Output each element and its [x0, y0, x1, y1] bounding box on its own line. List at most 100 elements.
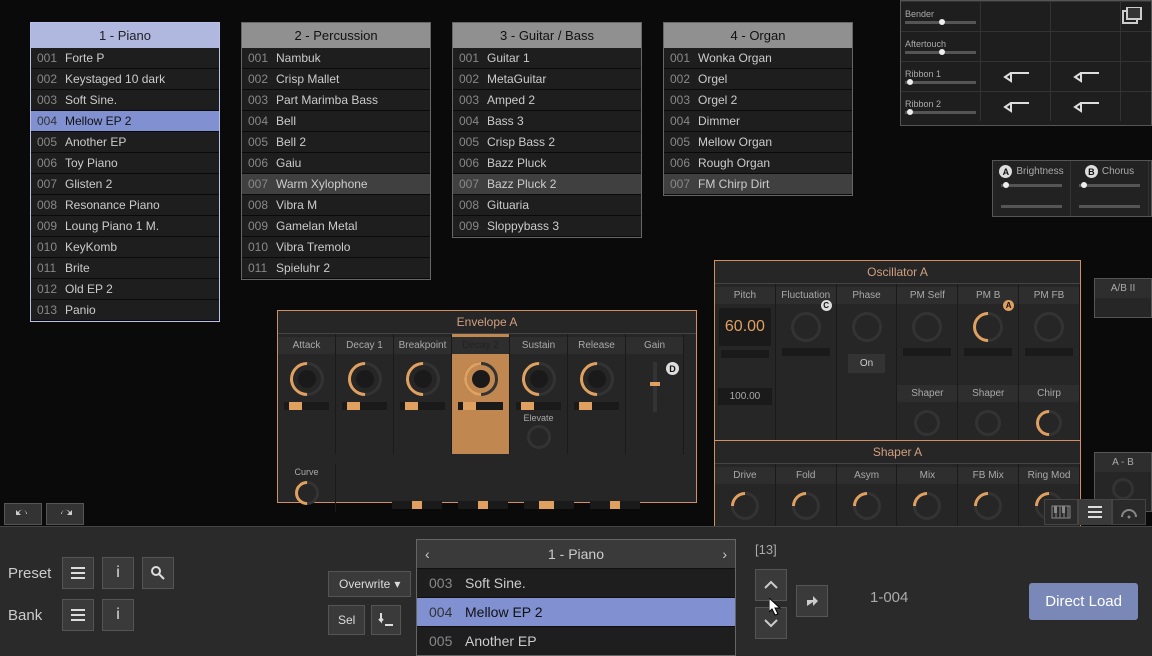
preset-item[interactable]: 009Loung Piano 1 M. [31, 216, 219, 237]
preset-search-button[interactable] [142, 557, 174, 589]
osc-pm-b[interactable]: PM BA [958, 284, 1019, 382]
curve-knob[interactable] [295, 481, 319, 505]
preset-item[interactable]: 001Forte P [31, 48, 219, 69]
preset-item[interactable]: 006Rough Organ [664, 153, 852, 174]
category-header[interactable]: 2 - Percussion [242, 23, 430, 48]
preset-item[interactable]: 003Amped 2 [453, 90, 641, 111]
preset-item[interactable]: 004Dimmer [664, 111, 852, 132]
mod-route-a[interactable] [981, 2, 1051, 31]
preset-item[interactable]: 006Toy Piano [31, 153, 219, 174]
preset-item[interactable]: 008Resonance Piano [31, 195, 219, 216]
forward-button[interactable] [796, 585, 828, 617]
mod-route-b[interactable] [1051, 2, 1121, 31]
redo-button[interactable] [46, 503, 84, 525]
mod-route-a[interactable] [981, 32, 1051, 61]
osc-pm-fb[interactable]: PM FB [1019, 284, 1080, 382]
osc-pitch[interactable]: Pitch60.00 [715, 284, 776, 382]
macro-a[interactable]: ABrightness [993, 161, 1071, 195]
overwrite-dropdown[interactable]: Overwrite▾ [328, 571, 411, 597]
preset-item[interactable]: 005Another EP [31, 132, 219, 153]
preset-item[interactable]: 008Vibra M [242, 195, 430, 216]
preset-item[interactable]: 007FM Chirp Dirt [664, 174, 852, 195]
mod-route-a[interactable] [981, 62, 1051, 91]
view-keyboard-icon[interactable] [1044, 499, 1078, 525]
envelope-stage-release[interactable]: Release [568, 334, 626, 454]
chirp-knob[interactable] [1036, 410, 1062, 436]
preset-item[interactable]: 010Vibra Tremolo [242, 237, 430, 258]
preset-item[interactable]: 005Bell 2 [242, 132, 430, 153]
envelope-stage-decay-1[interactable]: Decay 1 [336, 334, 394, 454]
mod-source[interactable]: Ribbon 2 [901, 92, 981, 121]
preset-item[interactable]: 002Orgel [664, 69, 852, 90]
shaper-mix[interactable]: Mix [897, 464, 958, 529]
osc-fluctuation[interactable]: FluctuationC [776, 284, 837, 382]
envelope-stage-attack[interactable]: Attack [278, 334, 336, 454]
bank-info-button[interactable]: i [102, 599, 134, 631]
view-list-icon[interactable] [1078, 499, 1112, 525]
preset-item[interactable]: 011Spieluhr 2 [242, 258, 430, 279]
preset-item[interactable]: 011Brite [31, 258, 219, 279]
mod-source[interactable]: Bender [901, 2, 981, 31]
preset-item[interactable]: 002Crisp Mallet [242, 69, 430, 90]
preset-item[interactable]: 003Orgel 2 [664, 90, 852, 111]
preset-item[interactable]: 006Bazz Pluck [453, 153, 641, 174]
envelope-stage-breakpoint[interactable]: Breakpoint [394, 334, 452, 454]
sel-button[interactable]: Sel [328, 605, 365, 635]
preset-item[interactable]: 001Guitar 1 [453, 48, 641, 69]
envelope-stage-decay-2[interactable]: Decay 2 [452, 334, 510, 454]
mod-route-b[interactable] [1051, 32, 1121, 61]
category-header[interactable]: 3 - Guitar / Bass [453, 23, 641, 48]
ab-panel-1[interactable]: A/B II [1094, 278, 1152, 318]
preset-item[interactable]: 005Crisp Bass 2 [453, 132, 641, 153]
mod-route-a[interactable] [981, 92, 1051, 121]
preset-item[interactable]: 002Keystaged 10 dark [31, 69, 219, 90]
preset-item[interactable]: 001Wonka Organ [664, 48, 852, 69]
osc-phase[interactable]: PhaseOn [837, 284, 898, 382]
browser-next-icon[interactable]: › [722, 546, 727, 562]
mod-route-b[interactable] [1051, 62, 1121, 91]
nav-up-button[interactable] [755, 569, 787, 601]
shaper-fold[interactable]: Fold [776, 464, 837, 529]
window-icon[interactable] [1121, 7, 1143, 27]
preset-menu-button[interactable] [62, 557, 94, 589]
insert-button[interactable] [371, 605, 401, 635]
browser-item[interactable]: 005Another EP [417, 626, 735, 655]
mod-route-b[interactable] [1051, 92, 1121, 121]
mod-source[interactable]: Aftertouch [901, 32, 981, 61]
preset-item[interactable]: 013Panio [31, 300, 219, 321]
shaper-drive[interactable]: Drive [715, 464, 776, 529]
browser-item[interactable]: 004Mellow EP 2 [417, 597, 735, 626]
preset-item[interactable]: 004Bell [242, 111, 430, 132]
preset-item[interactable]: 009Gamelan Metal [242, 216, 430, 237]
mod-source[interactable]: Ribbon 1 [901, 62, 981, 91]
preset-info-button[interactable]: i [102, 557, 134, 589]
nav-down-button[interactable] [755, 607, 787, 639]
preset-item[interactable]: 006Gaiu [242, 153, 430, 174]
envelope-stage-gain[interactable]: GainD [626, 334, 684, 454]
undo-button[interactable] [4, 503, 42, 525]
shaper-knob-2[interactable] [975, 410, 1001, 436]
preset-item[interactable]: 010KeyKomb [31, 237, 219, 258]
shaper-asym[interactable]: Asym [837, 464, 898, 529]
preset-item[interactable]: 005Mellow Organ [664, 132, 852, 153]
pitch-fine[interactable]: 100.00 [718, 388, 772, 405]
preset-item[interactable]: 003Soft Sine. [31, 90, 219, 111]
preset-item[interactable]: 012Old EP 2 [31, 279, 219, 300]
macro-b[interactable]: BChorus [1071, 161, 1149, 195]
shaper-knob-1[interactable] [914, 410, 940, 436]
preset-item[interactable]: 004Bass 3 [453, 111, 641, 132]
browser-prev-icon[interactable]: ‹ [425, 546, 430, 562]
preset-item[interactable]: 007Warm Xylophone [242, 174, 430, 195]
preset-item[interactable]: 007Glisten 2 [31, 174, 219, 195]
preset-item[interactable]: 008Gituaria [453, 195, 641, 216]
direct-load-button[interactable]: Direct Load [1029, 583, 1138, 620]
category-header[interactable]: 1 - Piano [31, 23, 219, 48]
view-dial-icon[interactable] [1112, 499, 1146, 525]
preset-item[interactable]: 004Mellow EP 2 [31, 111, 219, 132]
preset-item[interactable]: 009Sloppybass 3 [453, 216, 641, 237]
preset-item[interactable]: 007Bazz Pluck 2 [453, 174, 641, 195]
preset-item[interactable]: 001Nambuk [242, 48, 430, 69]
envelope-stage-sustain[interactable]: SustainElevate [510, 334, 568, 454]
preset-item[interactable]: 002MetaGuitar [453, 69, 641, 90]
category-header[interactable]: 4 - Organ [664, 23, 852, 48]
